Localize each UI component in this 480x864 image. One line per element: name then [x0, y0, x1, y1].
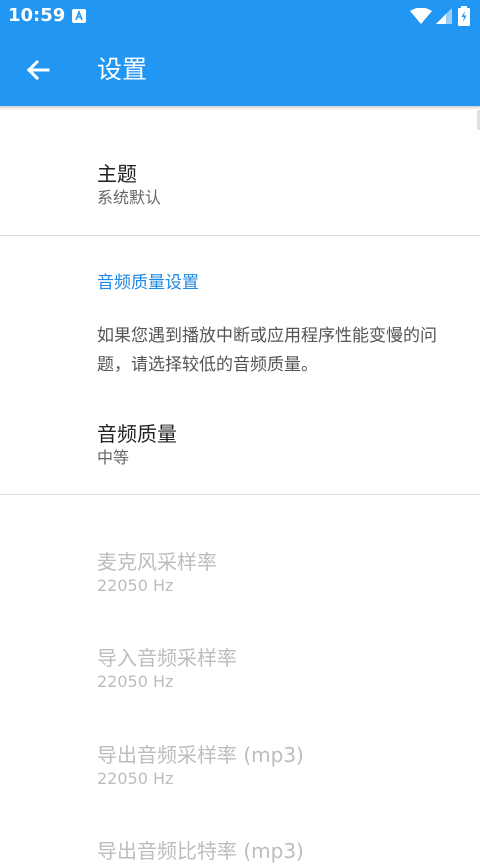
- audio-quality-summary: 中等: [97, 448, 130, 467]
- wifi-icon: [410, 8, 432, 24]
- theme-summary: 系统默认: [97, 188, 162, 207]
- battery-icon: [458, 6, 470, 26]
- status-time: 10:59: [8, 5, 66, 26]
- mic-sample-rate-summary: 22050 Hz: [97, 576, 174, 595]
- export-sample-rate-preference: 导出音频采样率 (mp3) 22050 Hz: [97, 742, 304, 790]
- theme-preference[interactable]: 主题 系统默认: [97, 161, 161, 209]
- export-sample-rate-summary: 22050 Hz: [97, 769, 174, 788]
- audio-quality-preference[interactable]: 音频质量 中等: [97, 421, 177, 469]
- export-bitrate-preference: 导出音频比特率 (mp3): [97, 838, 304, 864]
- mic-sample-rate-preference: 麦克风采样率 22050 Hz: [97, 549, 217, 597]
- import-sample-rate-preference: 导入音频采样率 22050 Hz: [97, 645, 237, 693]
- mic-sample-rate-title: 麦克风采样率: [97, 550, 217, 574]
- app-bar: 10:59 设置: [0, 0, 480, 106]
- divider: [0, 235, 480, 236]
- notification-icon: [72, 9, 86, 23]
- page-title: 设置: [97, 55, 148, 84]
- audio-quality-title: 音频质量: [97, 422, 177, 446]
- export-sample-rate-title: 导出音频采样率 (mp3): [97, 743, 304, 767]
- audio-quality-description: 如果您遇到播放中断或应用程序性能变慢的问题，请选择较低的音频质量。: [97, 326, 437, 375]
- import-sample-rate-summary: 22050 Hz: [97, 672, 174, 691]
- import-sample-rate-title: 导入音频采样率: [97, 646, 237, 670]
- status-bar: 10:59: [0, 0, 480, 32]
- signal-icon: [436, 8, 452, 24]
- audio-quality-category: 音频质量设置: [97, 273, 199, 293]
- divider: [0, 494, 480, 495]
- back-arrow-icon[interactable]: [20, 52, 56, 88]
- theme-title: 主题: [97, 162, 137, 186]
- export-bitrate-title: 导出音频比特率 (mp3): [97, 839, 304, 863]
- app-bar-shadow: [0, 106, 480, 110]
